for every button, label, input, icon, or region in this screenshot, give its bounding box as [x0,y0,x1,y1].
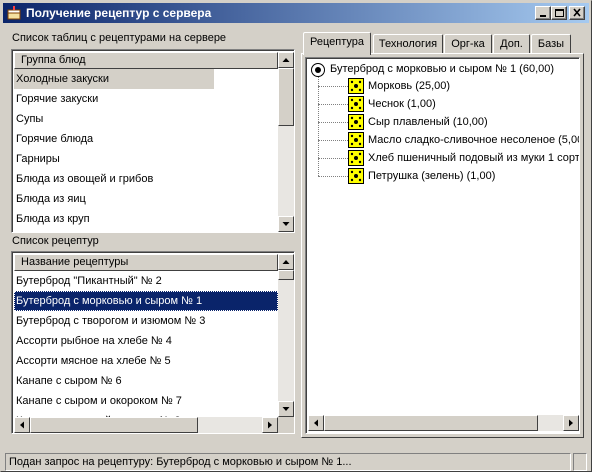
tables-vscroll[interactable] [278,52,294,232]
recipes-hscroll[interactable] [14,417,278,433]
scroll-left-button[interactable] [308,415,324,431]
recipes-list[interactable]: Название рецептуры Бутерброд "Пикантный"… [11,251,295,434]
arrow-down-icon [282,407,290,411]
tree-hscroll[interactable] [308,415,579,431]
ingredient-icon [348,78,364,94]
tree-connector [318,140,348,141]
ingredient-icon [348,132,364,148]
table-group-row[interactable]: Гарниры [14,149,278,169]
tree-ingredient-node[interactable]: Петрушка (зелень) (1,00) [368,168,495,184]
recipe-row[interactable]: Канапе с сыром № 6 [14,371,278,391]
table-group-row[interactable]: Супы [14,109,278,129]
table-group-row[interactable]: Горячие закуски [14,89,278,109]
table-group-row[interactable]: Блюда из круп [14,209,278,229]
minimize-icon [540,15,546,17]
ingredient-icon [348,114,364,130]
tab-panel-recipe: Бутерброд с морковью и сыром № 1 (60,00)… [301,53,584,438]
scroll-right-button[interactable] [262,417,278,433]
tree-ingredient-node[interactable]: Хлеб пшеничный подовый из муки 1 сорта (… [368,150,579,166]
scroll-down-button[interactable] [278,401,294,417]
scroll-thumb[interactable] [324,415,538,431]
scroll-down-button[interactable] [278,216,294,232]
tree-connector [318,176,348,177]
recipe-row[interactable]: Бутерброд с творогом и изюмом № 3 [14,311,278,331]
ingredient-icon [348,96,364,112]
recipe-row[interactable]: Бутерброд "Пикантный" № 2 [14,271,278,291]
tree-ingredient-node[interactable]: Сыр плавленый (10,00) [368,114,488,130]
status-bar: Подан запрос на рецептуру: Бутерброд с м… [3,452,589,471]
tree-connector [318,122,348,123]
scroll-up-button[interactable] [278,254,294,270]
root-icon-dot [315,67,321,73]
tab-3[interactable]: Доп. [493,34,530,54]
recipe-row[interactable]: Ассорти мясное на хлебе № 5 [14,351,278,371]
table-group-row[interactable]: Холодные закуски [14,69,214,89]
recipes-column-header[interactable]: Название рецептуры [14,254,278,271]
recipes-vscroll[interactable] [278,254,294,417]
ingredient-icon [348,150,364,166]
scroll-thumb[interactable] [278,270,294,280]
arrow-up-icon [282,260,290,264]
tab-2[interactable]: Орг-ка [444,34,492,54]
cake-icon [6,5,22,21]
arrow-down-icon [282,222,290,226]
scroll-left-button[interactable] [14,417,30,433]
scroll-thumb[interactable] [278,68,294,126]
tree-root-node[interactable]: Бутерброд с морковью и сыром № 1 (60,00) [330,61,554,77]
main-window: Получение рецептур с сервера Список табл… [0,0,592,472]
arrow-right-icon [268,421,272,429]
tree-ingredient-node[interactable]: Чеснок (1,00) [368,96,436,112]
maximize-button[interactable] [551,6,567,20]
scroll-thumb[interactable] [30,417,198,433]
tab-1[interactable]: Технология [373,34,443,54]
arrow-up-icon [282,58,290,62]
tab-4[interactable]: Базы [531,34,571,54]
recipe-row[interactable]: Бутерброд с морковью и сыром № 1 [14,291,278,311]
tree-connector [318,86,348,87]
tab-0[interactable]: Рецептура [303,32,371,55]
window-title: Получение рецептур с сервера [26,6,212,20]
tree-connector [318,77,319,176]
arrow-left-icon [314,419,318,427]
title-bar[interactable]: Получение рецептур с сервера [3,3,589,23]
recipes-section-label: Список рецептур [12,235,99,247]
table-group-row[interactable]: Блюда из яиц [14,189,278,209]
close-button[interactable] [569,6,585,20]
tables-list[interactable]: Группа блюд Холодные закуски Горячие заку… [11,49,295,233]
close-icon [573,8,581,17]
tree-connector [318,158,348,159]
scroll-corner [278,417,294,433]
ingredient-icon [348,168,364,184]
recipe-row[interactable]: Канапе с сыром и окороком № 7 [14,391,278,411]
tables-section-label: Список таблиц с рецептурами на сервере [12,32,227,44]
table-group-row[interactable]: Горячие блюда [14,129,278,149]
tree-ingredient-node[interactable]: Масло сладко-сливочное несоленое (5,00) [368,132,579,148]
recipe-root-icon [311,63,325,77]
maximize-icon [555,9,564,17]
status-secondary [573,453,587,471]
tables-column-header[interactable]: Группа блюд [14,52,278,69]
arrow-left-icon [20,421,24,429]
recipe-tree[interactable]: Бутерброд с морковью и сыром № 1 (60,00)… [305,57,580,434]
minimize-button[interactable] [535,6,551,20]
table-group-row[interactable]: Блюда из овощей и грибов [14,169,278,189]
tree-ingredient-node[interactable]: Морковь (25,00) [368,78,450,94]
tree-connector [318,104,348,105]
recipe-row[interactable]: Ассорти рыбное на хлебе № 4 [14,331,278,351]
scroll-right-button[interactable] [563,415,579,431]
scroll-up-button[interactable] [278,52,294,68]
arrow-right-icon [569,419,573,427]
status-message: Подан запрос на рецептуру: Бутерброд с м… [5,453,571,471]
